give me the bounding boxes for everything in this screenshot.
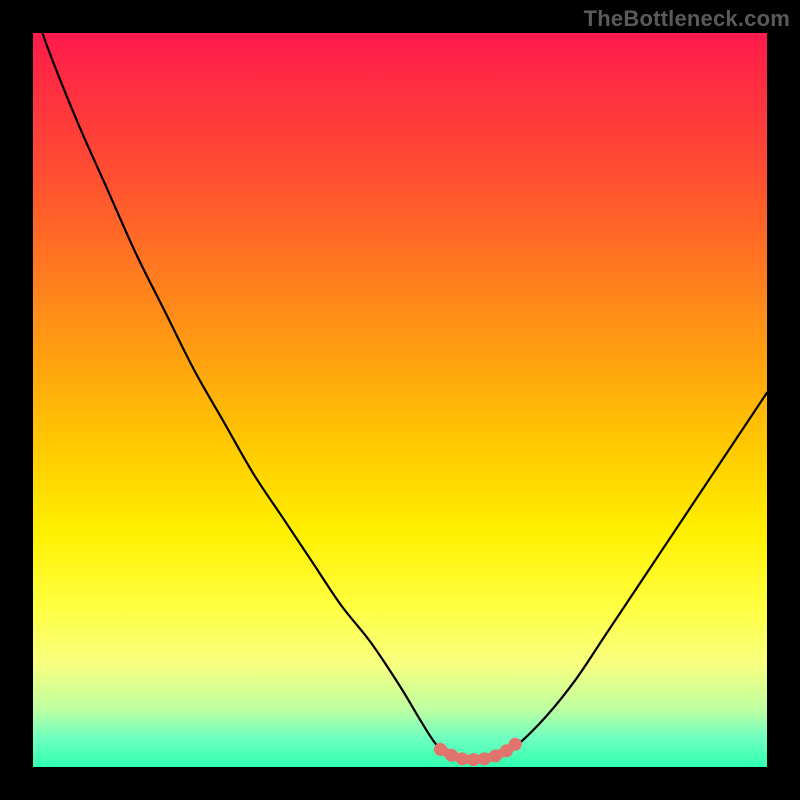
watermark-label: TheBottleneck.com (584, 6, 790, 32)
plot-area (33, 33, 767, 767)
minimum-marker-dot (456, 752, 469, 765)
minimum-marker-dot (467, 753, 480, 766)
minimum-marker-dot (509, 738, 522, 751)
chart-stage: TheBottleneck.com (0, 0, 800, 800)
bottleneck-curve-svg (33, 33, 767, 767)
minimum-marker-dot (434, 743, 447, 756)
minimum-marker-dot (445, 749, 458, 762)
minimum-marker-dot (478, 752, 491, 765)
bottleneck-curve (33, 4, 767, 760)
minimum-marker-group (434, 738, 522, 766)
